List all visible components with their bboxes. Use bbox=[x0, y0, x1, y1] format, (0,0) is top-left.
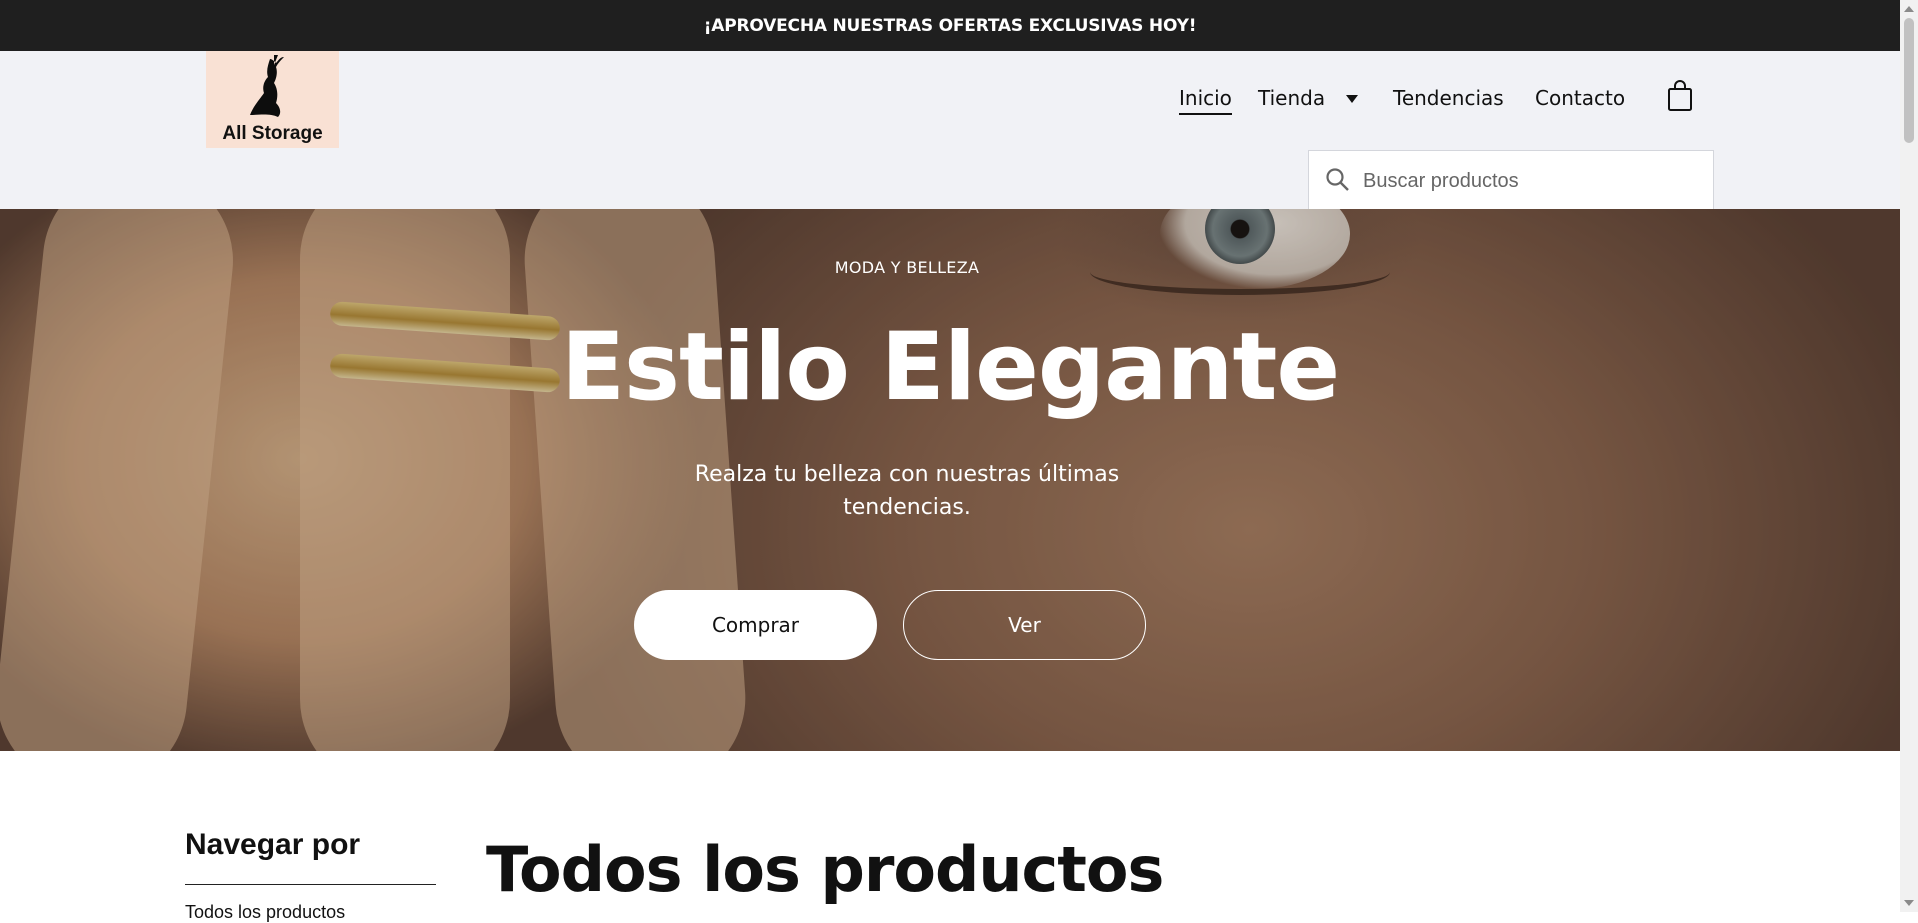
hero-subtitle: Realza tu belleza con nuestras últimas t… bbox=[694, 462, 1120, 520]
search-input[interactable] bbox=[1361, 165, 1695, 197]
scroll-down-icon[interactable] bbox=[1904, 900, 1914, 906]
shop-button[interactable]: Comprar bbox=[634, 590, 877, 660]
view-button[interactable]: Ver bbox=[903, 590, 1146, 660]
announcement-bar: ¡APROVECHA NUESTRAS OFERTAS EXCLUSIVAS H… bbox=[0, 0, 1900, 51]
logo-text: All Storage bbox=[222, 123, 323, 144]
chevron-down-icon[interactable] bbox=[1346, 95, 1358, 103]
sidebar-divider bbox=[185, 884, 436, 885]
sidebar-item-all-products[interactable]: Todos los productos bbox=[185, 902, 345, 923]
scrollbar-thumb[interactable] bbox=[1904, 18, 1914, 143]
hero-eyebrow: MODA Y BELLEZA bbox=[834, 258, 980, 277]
cart-button[interactable] bbox=[1667, 80, 1693, 117]
nav-item-tienda[interactable]: Tienda bbox=[1258, 86, 1325, 110]
nav-item-inicio[interactable]: Inicio bbox=[1179, 86, 1232, 115]
brand-logo[interactable]: All Storage bbox=[206, 51, 339, 148]
announcement-text: ¡APROVECHA NUESTRAS OFERTAS EXCLUSIVAS H… bbox=[703, 15, 1197, 36]
page-title: Todos los productos bbox=[486, 833, 1164, 906]
dancer-logo-icon bbox=[250, 55, 284, 117]
nav-item-contacto[interactable]: Contacto bbox=[1535, 86, 1625, 110]
scroll-up-icon[interactable] bbox=[1904, 6, 1914, 12]
search-box[interactable] bbox=[1308, 150, 1714, 209]
sidebar-title: Navegar por bbox=[185, 828, 361, 861]
nav-item-tendencias[interactable]: Tendencias bbox=[1393, 86, 1504, 110]
hero-title: Estilo Elegante bbox=[560, 313, 1340, 422]
shopping-bag-icon bbox=[1668, 80, 1692, 111]
search-icon bbox=[1326, 168, 1349, 191]
scrollbar[interactable] bbox=[1900, 0, 1918, 912]
